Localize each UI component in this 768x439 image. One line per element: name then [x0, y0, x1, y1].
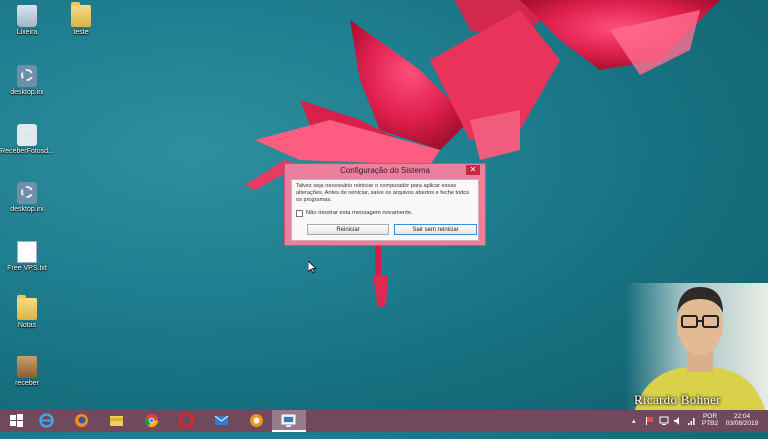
- taskbar-mail[interactable]: [205, 410, 237, 432]
- desktop-icon-label: receber: [15, 380, 39, 387]
- language-label: POR: [702, 413, 718, 420]
- keyboard-layout-label: PTB2: [701, 420, 719, 427]
- settings-file-icon: [17, 65, 37, 87]
- start-button[interactable]: [0, 410, 32, 432]
- firefox-icon: [75, 414, 88, 427]
- recycle-bin-icon: [17, 5, 37, 27]
- restart-button[interactable]: Reiniciar: [307, 224, 389, 235]
- chrome-icon: [144, 414, 158, 427]
- internet-explorer-icon: [39, 413, 54, 428]
- presenter-name: Ricardo Bohner: [634, 392, 721, 407]
- input-language[interactable]: POR PTB2: [700, 413, 720, 427]
- volume-icon[interactable]: [673, 416, 683, 426]
- opera-icon: [179, 413, 194, 428]
- webcam-overlay: [625, 283, 768, 410]
- desktop-icon-label: Lixeira: [16, 29, 38, 36]
- desktop-icon-label: ReceberFotosd...: [0, 148, 54, 155]
- system-configuration-dialog: Configuração do Sistema ✕ Talvez seja ne…: [284, 163, 486, 246]
- desktop-icon-receberfotos[interactable]: ReceberFotosd...: [0, 124, 57, 155]
- taskbar-opera[interactable]: [170, 410, 202, 432]
- desktop-icon-receber[interactable]: receber: [0, 356, 57, 387]
- application-icon: [17, 356, 37, 378]
- desktop-icon-label: desktop.ini: [10, 206, 44, 213]
- show-hidden-icons-button[interactable]: ▴: [632, 417, 636, 439]
- taskbar: ▴ POR PTB2 22:04 03/08/2019: [0, 410, 768, 432]
- mail-icon: [214, 415, 229, 425]
- settings-file-icon: [17, 182, 37, 204]
- network-icon[interactable]: [659, 416, 669, 426]
- signal-icon[interactable]: [687, 416, 697, 426]
- taskbar-file-explorer[interactable]: [100, 410, 132, 432]
- clock-time: 22:04: [733, 413, 751, 420]
- desktop-icon-notas[interactable]: Notas: [0, 295, 57, 329]
- file-explorer-icon: [110, 416, 123, 426]
- desktop-icon-free-vps[interactable]: Free VPS.txt: [0, 241, 57, 272]
- dialog-body: Talvez seja necessário reiniciar o compu…: [291, 179, 479, 241]
- desktop-icon-desktop-ini-1[interactable]: desktop.ini: [0, 65, 57, 96]
- folder-icon: [71, 2, 91, 27]
- clock-date: 03/08/2019: [725, 420, 759, 427]
- taskbar-firefox[interactable]: [65, 410, 97, 432]
- dialog-message: Talvez seja necessário reiniciar o compu…: [296, 183, 470, 203]
- dont-show-again-checkbox[interactable]: [296, 210, 303, 217]
- taskbar-internet-explorer[interactable]: [30, 410, 62, 432]
- presenter-avatar: [635, 287, 765, 410]
- desktop-icon-label: Notas: [17, 322, 37, 329]
- desktop-icon-recycle-bin[interactable]: Lixeira: [0, 5, 57, 36]
- flag-icon[interactable]: [645, 416, 655, 426]
- exit-without-restart-button[interactable]: Sair sem reiniciar: [394, 224, 477, 235]
- folder-icon: [17, 295, 37, 320]
- taskbar-system-configuration[interactable]: [272, 410, 306, 432]
- taskbar-chrome[interactable]: [135, 410, 167, 432]
- clock[interactable]: 22:04 03/08/2019: [722, 413, 762, 427]
- desktop-icon-label: teste: [73, 29, 89, 36]
- desktop-icon-desktop-ini-2[interactable]: desktop.ini: [0, 182, 57, 213]
- application-icon: [17, 124, 37, 146]
- mouse-cursor-icon: [308, 261, 317, 274]
- taskbar-app[interactable]: [240, 410, 272, 432]
- desktop-icon-label: desktop.ini: [10, 89, 44, 96]
- start-icon: [10, 414, 23, 427]
- dont-show-again-label[interactable]: Não mostrar esta mensagem novamente.: [306, 210, 413, 216]
- system-configuration-icon: [281, 414, 296, 427]
- desktop-icon-teste[interactable]: teste: [51, 2, 111, 36]
- desktop-icon-label: Free VPS.txt: [7, 265, 47, 272]
- app-icon: [250, 414, 263, 427]
- dialog-title: Configuração do Sistema: [340, 166, 430, 175]
- text-file-icon: [17, 241, 37, 263]
- close-button[interactable]: ✕: [466, 165, 480, 175]
